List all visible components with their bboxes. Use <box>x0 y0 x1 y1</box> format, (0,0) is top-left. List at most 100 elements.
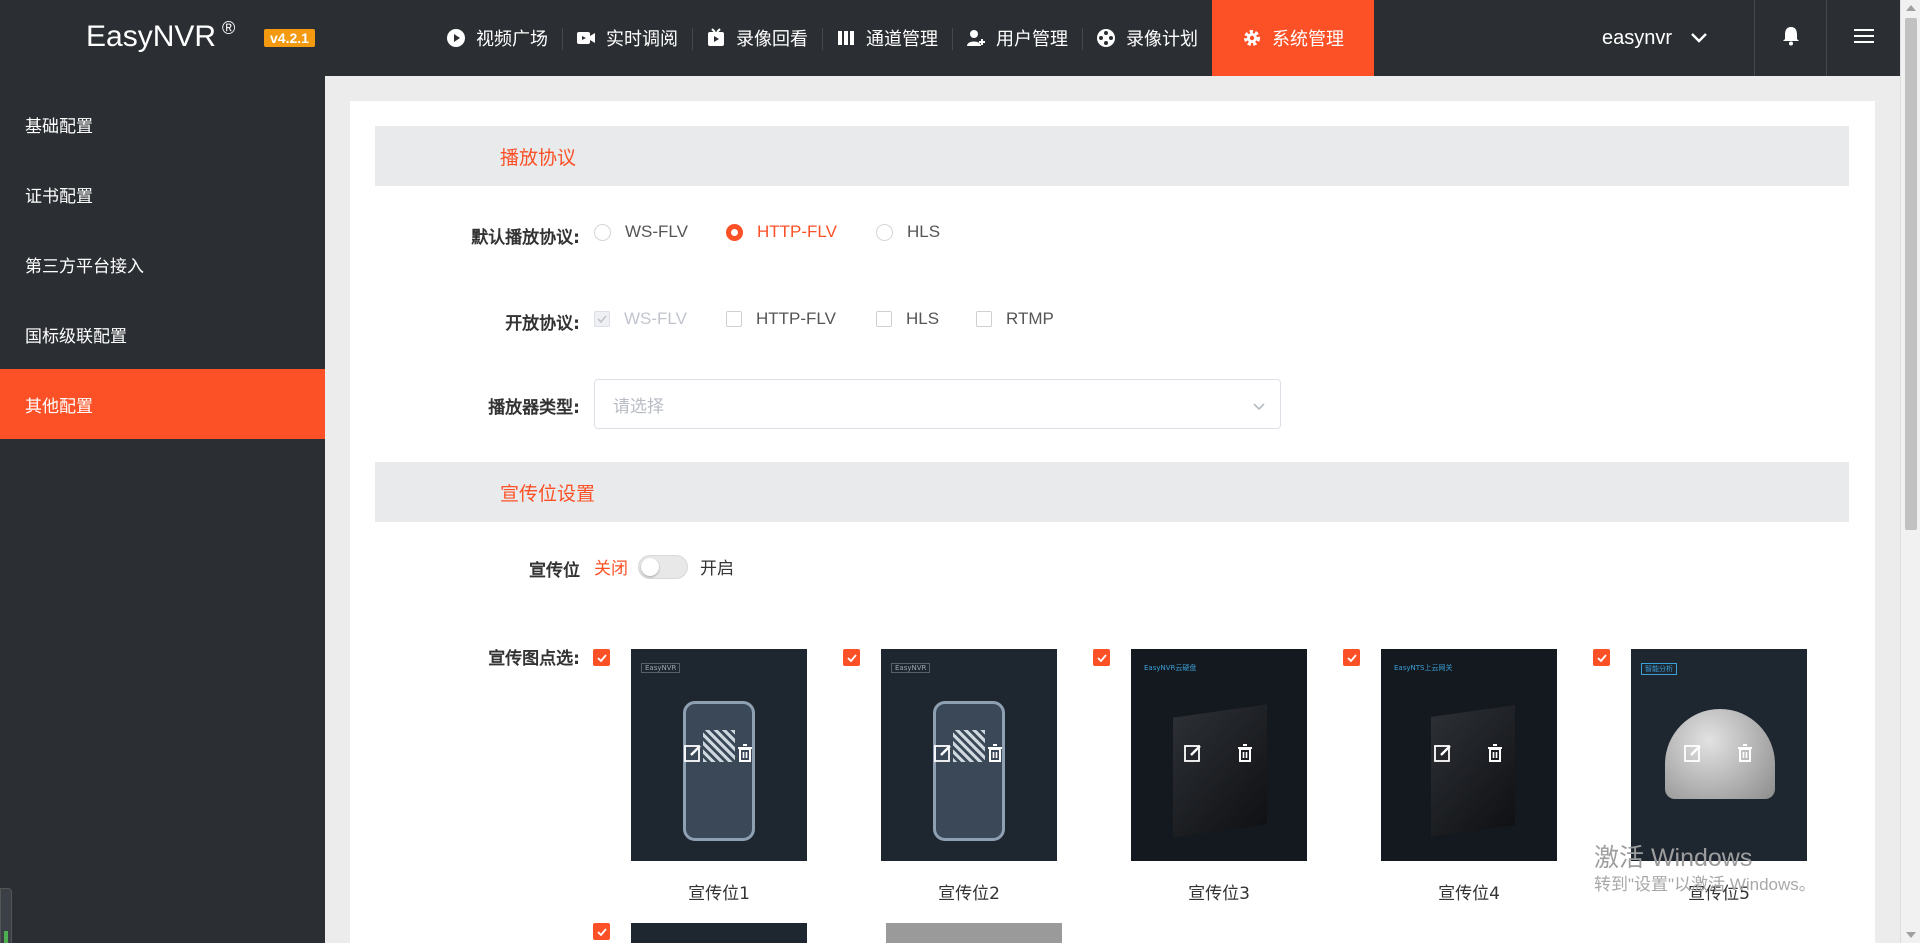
promo-images-label: 宣传图点选: <box>488 649 580 669</box>
sidebar-item-other[interactable]: 其他配置 <box>0 369 325 439</box>
ad-tag: 智能分析 <box>1641 663 1677 675</box>
default-protocol-label: 默认播放协议: <box>471 228 580 248</box>
user-add-icon <box>966 28 986 48</box>
ad-checkbox-1[interactable] <box>593 649 610 666</box>
ad-label-3: 宣传位3 <box>1188 884 1250 904</box>
ad-checkbox-4[interactable] <box>1343 649 1360 666</box>
check-icon <box>1596 653 1607 662</box>
user-menu[interactable]: easynvr <box>1572 0 1754 76</box>
sidebar-item-third-party[interactable]: 第三方平台接入 <box>0 229 325 299</box>
nav-label: 录像回看 <box>736 29 808 50</box>
checkbox-box <box>876 311 892 327</box>
nav-channels[interactable]: 通道管理 <box>822 0 952 76</box>
nav-playback[interactable]: 录像回看 <box>692 0 822 76</box>
player-type-label: 播放器类型: <box>488 398 580 418</box>
registered-mark: ® <box>222 18 236 38</box>
app-logo[interactable]: EasyNVR ® <box>86 18 236 54</box>
nav-live-view[interactable]: 实时调阅 <box>562 0 692 76</box>
checkbox-ws-flv[interactable]: WS-FLV <box>594 309 687 329</box>
settings-panel: 播放协议 默认播放协议: WS-FLV HTTP-FLV HLS 开放协议: W… <box>350 101 1875 943</box>
radio-dot <box>876 223 893 241</box>
ad-label-2: 宣传位2 <box>938 884 1000 904</box>
trash-icon[interactable] <box>1735 743 1755 763</box>
ad-tools <box>933 743 1005 763</box>
ad-image-1[interactable]: EasyNVR <box>631 649 807 861</box>
sidebar-item-basic[interactable]: 基础配置 <box>0 89 325 159</box>
nav-system[interactable]: 系统管理 <box>1212 0 1374 76</box>
checkbox-http-flv[interactable]: HTTP-FLV <box>726 309 836 329</box>
edit-icon[interactable] <box>683 743 703 763</box>
player-type-select[interactable]: 请选择 <box>594 379 1281 429</box>
trash-icon[interactable] <box>1235 743 1255 763</box>
sidebar-item-gb-cascade[interactable]: 国标级联配置 <box>0 299 325 369</box>
scroll-thumb[interactable] <box>1905 18 1917 530</box>
ad-tools <box>1683 743 1755 763</box>
trash-icon[interactable] <box>985 743 1005 763</box>
edit-icon[interactable] <box>1683 743 1703 763</box>
chevron-down-icon <box>1252 397 1266 417</box>
checkbox-box <box>726 311 742 327</box>
ad-tag: EasyNVR <box>891 663 931 673</box>
ad-tools <box>1183 743 1255 763</box>
scroll-up-icon[interactable] <box>1906 5 1916 11</box>
trash-icon[interactable] <box>1485 743 1505 763</box>
promo-toggle-switch[interactable] <box>638 554 688 579</box>
windows-watermark: 激活 Windows <box>1594 844 1753 872</box>
nav-label: 视频广场 <box>476 29 548 50</box>
check-icon <box>1346 653 1357 662</box>
ad-image-2[interactable]: EasyNVR <box>881 649 1057 861</box>
ad-tag: EasyNVR <box>641 663 681 673</box>
radio-label: HLS <box>907 222 941 241</box>
ad-image-6[interactable] <box>631 923 807 943</box>
radio-hls[interactable]: HLS <box>876 222 940 242</box>
ad-image-5[interactable]: 智能分析 <box>1631 649 1807 861</box>
app-name: EasyNVR <box>86 20 217 53</box>
section-play-protocol: 播放协议 <box>375 126 1849 186</box>
radio-http-flv[interactable]: HTTP-FLV <box>726 222 837 242</box>
side-drag-handle[interactable] <box>0 888 12 943</box>
ad-checkbox-3[interactable] <box>1093 649 1110 666</box>
gear-icon <box>1242 28 1262 48</box>
check-icon <box>597 315 607 323</box>
ad-checkbox-2[interactable] <box>843 649 860 666</box>
edit-icon[interactable] <box>1183 743 1203 763</box>
ad-checkbox-5[interactable] <box>1593 649 1610 666</box>
windows-watermark-sub: 转到"设置"以激活 Windows。 <box>1594 875 1816 894</box>
trash-icon[interactable] <box>735 743 755 763</box>
nav-record-plan[interactable]: 录像计划 <box>1082 0 1212 76</box>
phone-illustration <box>933 701 1005 841</box>
ad-image-4[interactable]: EasyNTS上云网关 <box>1381 649 1557 861</box>
check-icon <box>596 653 607 662</box>
checkbox-box <box>594 311 610 327</box>
bell-icon <box>1782 26 1800 50</box>
nav-video-square[interactable]: 视频广场 <box>432 0 562 76</box>
check-icon <box>846 653 857 662</box>
switch-off-text: 关闭 <box>594 559 628 579</box>
checkbox-label: HTTP-FLV <box>756 309 836 328</box>
checkbox-rtmp[interactable]: RTMP <box>976 309 1054 329</box>
ad-image-7[interactable] <box>886 923 1062 943</box>
film-reel-icon <box>1096 28 1116 48</box>
hamburger-icon <box>1853 28 1874 48</box>
promo-switch-label: 宣传位 <box>529 561 580 581</box>
device-illustration <box>1431 705 1515 837</box>
select-placeholder: 请选择 <box>613 396 664 417</box>
play-circle-icon <box>446 28 466 48</box>
checkbox-box <box>976 311 992 327</box>
ad-tools <box>683 743 755 763</box>
ad-label-1: 宣传位1 <box>688 884 750 904</box>
scroll-down-icon[interactable] <box>1906 932 1916 938</box>
checkbox-label: WS-FLV <box>624 309 687 328</box>
nav-users[interactable]: 用户管理 <box>952 0 1082 76</box>
ad-image-3[interactable]: EasyNVR云硬盘 <box>1131 649 1307 861</box>
hamburger-menu-button[interactable] <box>1826 0 1900 76</box>
checkbox-hls[interactable]: HLS <box>876 309 939 329</box>
radio-ws-flv[interactable]: WS-FLV <box>594 222 688 242</box>
edit-icon[interactable] <box>933 743 953 763</box>
page-scrollbar[interactable] <box>1900 0 1920 943</box>
ad-checkbox-6[interactable] <box>593 923 610 940</box>
notification-button[interactable] <box>1754 0 1826 76</box>
checkbox-label: RTMP <box>1006 309 1054 328</box>
sidebar-item-certificate[interactable]: 证书配置 <box>0 159 325 229</box>
edit-icon[interactable] <box>1433 743 1453 763</box>
